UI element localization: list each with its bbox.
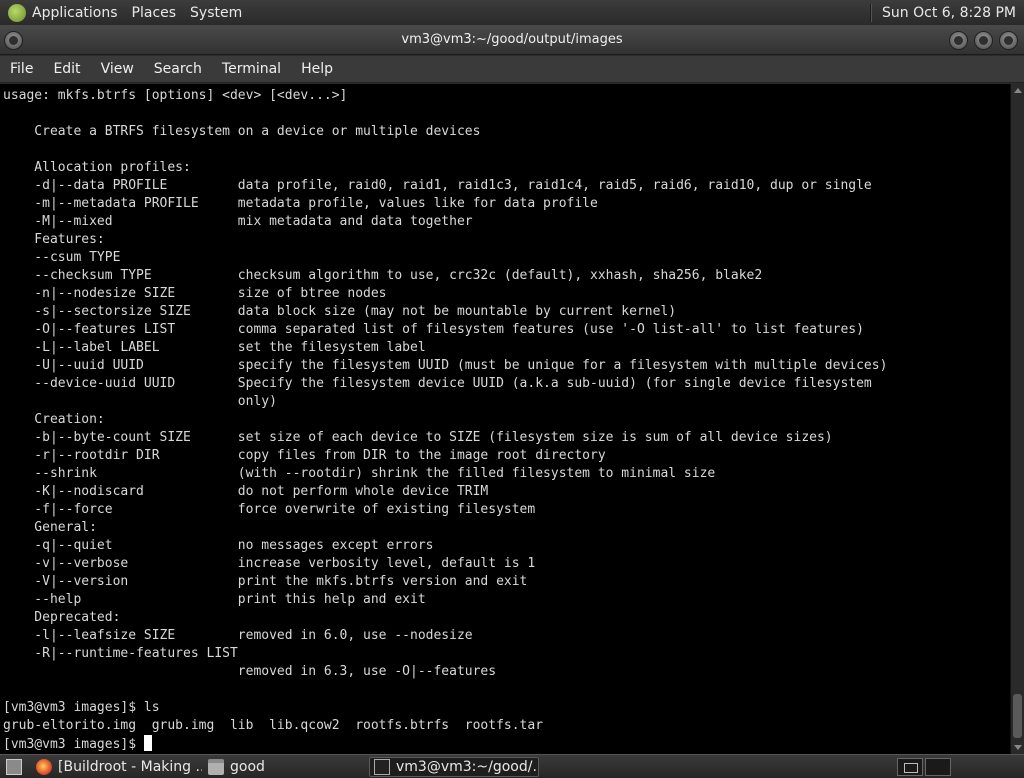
menu-terminal[interactable]: Terminal bbox=[212, 61, 291, 77]
task-firefox[interactable]: [Buildroot - Making ... bbox=[32, 757, 202, 777]
workspace-1-icon[interactable] bbox=[897, 758, 923, 776]
terminal-icon bbox=[374, 759, 390, 775]
menu-file[interactable]: File bbox=[0, 61, 43, 77]
task-label: good bbox=[230, 759, 265, 775]
terminal-scrollbar[interactable] bbox=[1010, 84, 1024, 754]
scroll-down-icon[interactable] bbox=[1014, 745, 1022, 750]
terminal-line: Create a BTRFS filesystem on a device or… bbox=[3, 124, 481, 139]
terminal-line: --help print this help and exit bbox=[3, 592, 426, 607]
terminal-line: [vm3@vm3 images]$ ls bbox=[3, 700, 160, 715]
terminal-line: --shrink (with --rootdir) shrink the fil… bbox=[3, 466, 716, 481]
scrollbar-thumb[interactable] bbox=[1013, 694, 1022, 738]
terminal-line: -L|--label LABEL set the filesystem labe… bbox=[3, 340, 426, 355]
firefox-icon bbox=[36, 759, 52, 775]
terminal-output[interactable]: usage: mkfs.btrfs [options] <dev> [<dev.… bbox=[0, 84, 1010, 754]
task-terminal[interactable]: vm3@vm3:~/good/... bbox=[369, 757, 539, 777]
terminal-line: grub-eltorito.img grub.img lib lib.qcow2… bbox=[3, 718, 544, 733]
window-title: vm3@vm3:~/good/output/images bbox=[401, 32, 623, 47]
terminal-line: -l|--leafsize SIZE removed in 6.0, use -… bbox=[3, 628, 473, 643]
terminal-line: Deprecated: bbox=[3, 610, 121, 625]
terminal-line: --checksum TYPE checksum algorithm to us… bbox=[3, 268, 763, 283]
terminal-line: only) bbox=[3, 394, 277, 409]
terminal-line: Creation: bbox=[3, 412, 105, 427]
terminal-line: -V|--version print the mkfs.btrfs versio… bbox=[3, 574, 528, 589]
terminal-prompt-line[interactable]: [vm3@vm3 images]$ bbox=[3, 735, 1010, 753]
menu-places[interactable]: Places bbox=[132, 5, 177, 21]
menu-view[interactable]: View bbox=[91, 61, 144, 77]
show-desktop-icon bbox=[6, 759, 22, 775]
terminal-line: --device-uuid UUID Specify the filesyste… bbox=[3, 376, 872, 391]
menu-system[interactable]: System bbox=[190, 5, 242, 21]
panel-separator bbox=[870, 3, 873, 22]
terminal-line: -q|--quiet no messages except errors bbox=[3, 538, 434, 553]
terminal-line: Features: bbox=[3, 232, 105, 247]
terminal-line: Allocation profiles: bbox=[3, 160, 191, 175]
clock[interactable]: Sun Oct 6, 8:28 PM bbox=[882, 5, 1016, 21]
terminal-line: -b|--byte-count SIZE set size of each de… bbox=[3, 430, 833, 445]
task-folder[interactable]: good bbox=[204, 757, 364, 777]
terminal-line: removed in 6.3, use -O|--features bbox=[3, 664, 497, 679]
terminal-line: -R|--runtime-features LIST bbox=[3, 646, 238, 661]
menu-help[interactable]: Help bbox=[291, 61, 343, 77]
window-titlebar[interactable]: vm3@vm3:~/good/output/images bbox=[0, 25, 1024, 55]
show-desktop-button[interactable] bbox=[2, 757, 28, 777]
gnome-foot-icon[interactable] bbox=[8, 3, 26, 22]
terminal-line: -m|--metadata PROFILE metadata profile, … bbox=[3, 196, 598, 211]
menu-applications[interactable]: Applications bbox=[32, 5, 118, 21]
terminal-line: -v|--verbose increase verbosity level, d… bbox=[3, 556, 536, 571]
top-panel: Applications Places System Sun Oct 6, 8:… bbox=[0, 0, 1024, 25]
menu-edit[interactable]: Edit bbox=[43, 61, 90, 77]
terminal-line: --csum TYPE bbox=[3, 250, 121, 265]
terminal-line: -d|--data PROFILE data profile, raid0, r… bbox=[3, 178, 872, 193]
minimize-button[interactable] bbox=[949, 31, 968, 50]
terminal-line: -M|--mixed mix metadata and data togethe… bbox=[3, 214, 473, 229]
terminal-prompt: [vm3@vm3 images]$ bbox=[3, 737, 144, 752]
terminal-line: General: bbox=[3, 520, 97, 535]
task-label: [Buildroot - Making ... bbox=[58, 759, 202, 775]
terminal-line: -f|--force force overwrite of existing f… bbox=[3, 502, 536, 517]
task-label: vm3@vm3:~/good/... bbox=[396, 759, 539, 775]
menubar: File Edit View Search Terminal Help bbox=[0, 56, 1024, 83]
workspace-2-icon[interactable] bbox=[925, 758, 951, 776]
menu-search[interactable]: Search bbox=[144, 61, 212, 77]
close-button[interactable] bbox=[999, 31, 1018, 50]
maximize-button[interactable] bbox=[974, 31, 993, 50]
terminal-line: -K|--nodiscard do not perform whole devi… bbox=[3, 484, 489, 499]
terminal-line: -O|--features LIST comma separated list … bbox=[3, 322, 864, 337]
terminal-line: usage: mkfs.btrfs [options] <dev> [<dev.… bbox=[3, 88, 348, 103]
scroll-up-icon[interactable] bbox=[1014, 88, 1022, 93]
folder-icon bbox=[208, 759, 224, 775]
terminal-line: -n|--nodesize SIZE size of btree nodes bbox=[3, 286, 387, 301]
terminal-line: -U|--uuid UUID specify the filesystem UU… bbox=[3, 358, 888, 373]
terminal-line: -s|--sectorsize SIZE data block size (ma… bbox=[3, 304, 677, 319]
terminal-cursor bbox=[143, 735, 152, 751]
terminal-line: -r|--rootdir DIR copy files from DIR to … bbox=[3, 448, 606, 463]
bottom-panel: [Buildroot - Making ... good vm3@vm3:~/g… bbox=[0, 754, 1024, 778]
